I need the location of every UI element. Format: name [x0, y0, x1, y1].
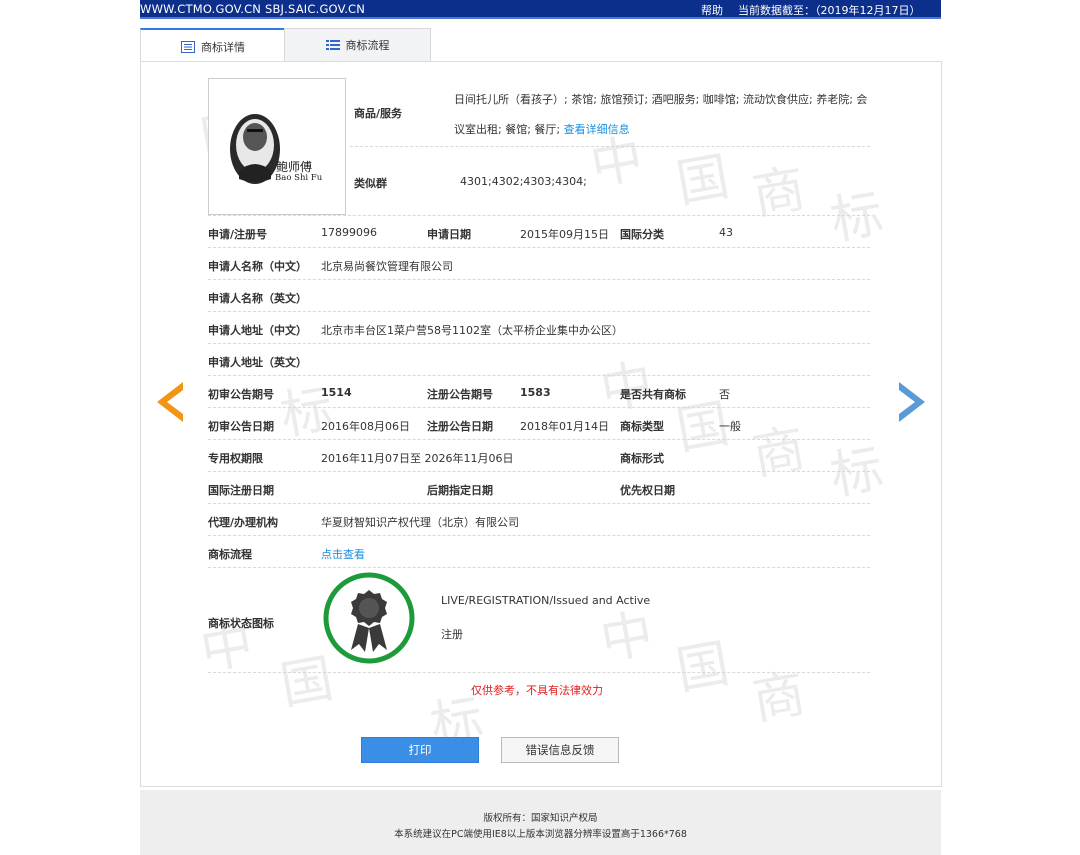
prelim-date-label: 初审公告日期 — [208, 420, 274, 433]
intl-class-value: 43 — [719, 226, 733, 239]
flow-label: 商标流程 — [208, 548, 252, 561]
copyright-text: 版权所有：国家知识产权局 — [483, 813, 598, 824]
tab-label: 商标详情 — [201, 41, 245, 54]
row-divider — [208, 343, 870, 344]
status-cn-text: 注册 — [441, 628, 463, 641]
priority-label: 优先权日期 — [620, 484, 675, 497]
tm-type-label: 商标类型 — [620, 420, 664, 433]
site-url: WWW.CTMO.GOV.CN SBJ.SAIC.GOV.CN — [140, 2, 366, 16]
later-date-label: 后期指定日期 — [427, 484, 493, 497]
address-cn-value: 北京市丰台区1菜户营58号1102室（太平桥企业集中办公区） — [321, 324, 623, 337]
prelim-no-value: 1514 — [321, 386, 352, 399]
prelim-no-label: 初审公告期号 — [208, 388, 274, 401]
tab-trademark-detail[interactable]: 商标详情 — [140, 28, 286, 64]
intl-reg-date-label: 国际注册日期 — [208, 484, 274, 497]
reg-no-value: 17899096 — [321, 226, 377, 239]
row-divider — [208, 279, 870, 280]
similar-group-label: 类似群 — [354, 177, 387, 190]
tm-form-label: 商标形式 — [620, 452, 664, 465]
row-divider — [350, 146, 870, 147]
goods-line-1: 日间托儿所（看孩子）; 茶馆; 旅馆预订; 酒吧服务; 咖啡馆; 流动饮食供应;… — [454, 93, 868, 106]
row-divider — [208, 535, 870, 536]
applicant-en-label: 申请人名称（英文） — [208, 292, 307, 305]
reg-pub-no-label: 注册公告期号 — [427, 388, 493, 401]
reg-pub-no-value: 1583 — [520, 386, 551, 399]
prelim-date-value: 2016年08月06日 — [321, 420, 410, 433]
row-divider — [208, 503, 870, 504]
tab-label: 商标流程 — [345, 39, 390, 52]
disclaimer-text: 仅供参考，不具有法律效力 — [471, 684, 603, 697]
row-divider — [208, 247, 870, 248]
top-bar: WWW.CTMO.GOV.CN SBJ.SAIC.GOV.CN 帮助 当前数据截… — [140, 0, 941, 19]
shared-label: 是否共有商标 — [620, 388, 686, 401]
shared-value: 否 — [719, 388, 730, 401]
applicant-cn-label: 申请人名称（中文） — [208, 260, 307, 273]
row-divider — [208, 567, 870, 568]
address-en-label: 申请人地址（英文） — [208, 356, 307, 369]
help-link[interactable]: 帮助 — [701, 2, 723, 18]
data-date: 当前数据截至：（2019年12月17日） — [738, 4, 921, 17]
goods-line-2-text: 议室出租; 餐馆; 餐厅; — [454, 123, 561, 136]
tab-trademark-flow[interactable]: 商标流程 — [284, 28, 431, 61]
address-cn-label: 申请人地址（中文） — [208, 324, 307, 337]
tab-bar: 商标详情 商标流程 — [140, 28, 941, 64]
reg-no-label: 申请/注册号 — [208, 228, 268, 241]
row-divider — [208, 215, 870, 216]
footer: 版权所有：国家知识产权局 本系统建议在PC端使用IE8以上版本浏览器分辨率设置高… — [140, 790, 941, 855]
agent-label: 代理/办理机构 — [208, 516, 279, 529]
exclusive-label: 专用权期限 — [208, 452, 263, 465]
row-divider — [208, 311, 870, 312]
trademark-logo-graphic — [230, 114, 280, 184]
row-divider — [208, 672, 870, 673]
feedback-button[interactable]: 错误信息反馈 — [501, 737, 619, 763]
goods-label: 商品/服务 — [354, 107, 403, 120]
app-date-value: 2015年09月15日 — [520, 228, 609, 241]
print-button[interactable]: 打印 — [361, 737, 479, 763]
app-date-label: 申请日期 — [427, 228, 471, 241]
previous-arrow-icon[interactable] — [155, 380, 185, 424]
reg-pub-date-label: 注册公告日期 — [427, 420, 493, 433]
trademark-image: 鲍师傅 Bao Shi Fu — [208, 78, 346, 215]
similar-group-value: 4301;4302;4303;4304; — [460, 175, 587, 188]
exclusive-value: 2016年11月07日至 2026年11月06日 — [321, 452, 514, 465]
reg-pub-date-value: 2018年01月14日 — [520, 420, 609, 433]
agent-value: 华夏财智知识产权代理（北京）有限公司 — [321, 516, 519, 529]
row-divider — [208, 471, 870, 472]
row-divider — [208, 375, 870, 376]
trademark-pinyin-text: Bao Shi Fu — [275, 173, 323, 183]
status-en-text: LIVE/REGISTRATION/Issued and Active — [441, 594, 651, 607]
browser-advice-text: 本系统建议在PC端使用IE8以上版本浏览器分辨率设置高于1366*768 — [394, 829, 687, 840]
applicant-cn-value: 北京易尚餐饮管理有限公司 — [321, 260, 453, 273]
goods-line-2: 议室出租; 餐馆; 餐厅; 查看详细信息 — [454, 121, 630, 137]
next-arrow-icon[interactable] — [897, 380, 927, 424]
row-divider — [208, 439, 870, 440]
registered-status-badge-icon — [323, 572, 415, 664]
view-detail-link[interactable]: 查看详细信息 — [564, 123, 630, 136]
list-bullets-icon — [325, 40, 340, 50]
list-doc-icon — [181, 41, 195, 53]
intl-class-label: 国际分类 — [620, 228, 664, 241]
tm-type-value: 一般 — [719, 420, 741, 433]
status-label: 商标状态图标 — [208, 617, 274, 630]
row-divider — [208, 407, 870, 408]
flow-view-link[interactable]: 点击查看 — [321, 546, 365, 562]
